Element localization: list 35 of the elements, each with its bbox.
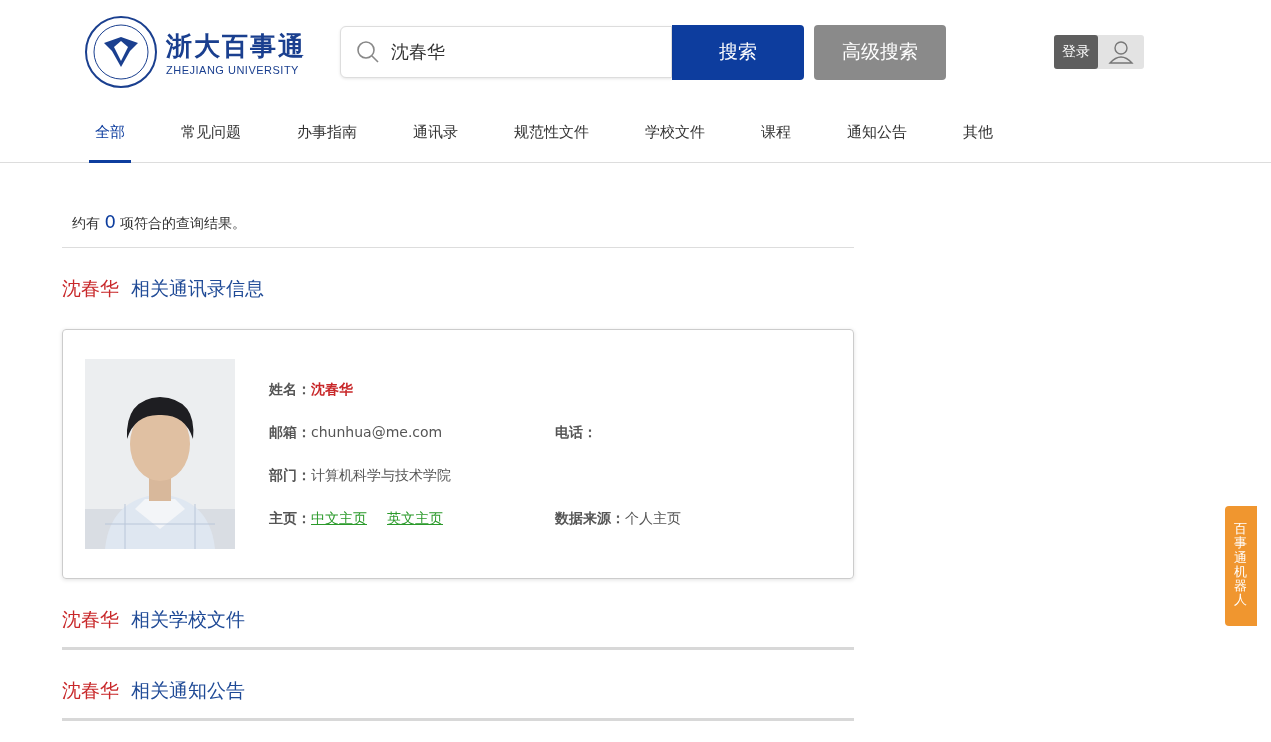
section-title: 相关通讯录信息: [131, 276, 264, 301]
category-tab[interactable]: 其他: [957, 104, 1015, 163]
category-tab[interactable]: 办事指南: [291, 104, 379, 163]
query-term: 沈春华: [62, 678, 119, 703]
search-field[interactable]: 沈春华: [340, 26, 672, 78]
section-title: 相关通知公告: [131, 678, 245, 703]
email-value: chunhua@me.com: [311, 423, 443, 440]
field-label: 部门：: [269, 466, 311, 485]
logo-title: 浙大百事通: [166, 29, 306, 63]
user-icon: [1108, 39, 1134, 65]
query-term: 沈春华: [62, 607, 119, 632]
result-summary: 约有 0 项符合的查询结果。: [72, 215, 247, 231]
category-tab[interactable]: 规范性文件: [508, 104, 611, 163]
field-label: 姓名：: [269, 380, 311, 399]
university-seal-icon: [84, 15, 158, 89]
field-label: 电话：: [555, 423, 597, 442]
category-tab[interactable]: 学校文件: [639, 104, 727, 163]
query-term: 沈春华: [62, 276, 119, 301]
field-label: 邮箱：: [269, 423, 311, 442]
search-button[interactable]: 搜索: [672, 24, 804, 80]
category-tab[interactable]: 常见问题: [175, 104, 263, 163]
category-tab[interactable]: 全部: [89, 104, 131, 163]
name-value: 沈春华: [311, 380, 353, 399]
section-title: 相关学校文件: [131, 607, 245, 632]
category-tab[interactable]: 通知公告: [841, 104, 929, 163]
source-value: 个人主页: [625, 509, 681, 528]
field-label: 数据来源：: [555, 509, 625, 528]
logo-subtitle: ZHEJIANG UNIVERSITY: [166, 63, 300, 76]
category-tab[interactable]: 课程: [755, 104, 813, 163]
homepage-link[interactable]: 英文主页: [387, 509, 443, 528]
department-value: 计算机科学与技术学院: [311, 466, 451, 485]
login-button[interactable]: 登录: [1054, 35, 1098, 69]
homepage-link[interactable]: 中文主页: [311, 509, 367, 528]
field-label: 主页：: [269, 509, 311, 528]
category-tab[interactable]: 通讯录: [407, 104, 480, 163]
